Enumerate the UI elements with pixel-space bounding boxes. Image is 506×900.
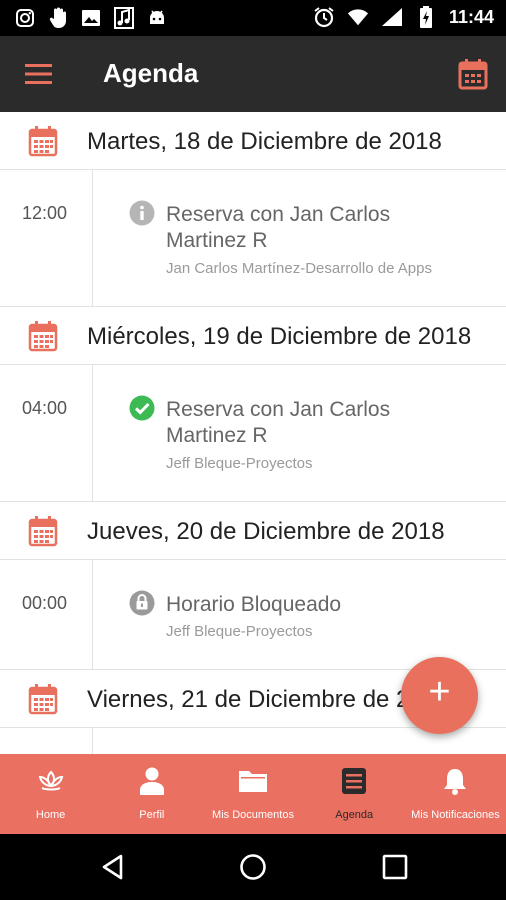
day-date: Miércoles, 19 de Diciembre de 2018 (87, 323, 472, 350)
lotus-icon (36, 766, 66, 796)
instagram-icon (14, 7, 36, 29)
add-event-button[interactable]: + (401, 657, 478, 734)
signal-icon (381, 6, 403, 28)
home-icon[interactable] (238, 852, 268, 882)
nav-item-home[interactable]: Home (0, 754, 101, 834)
calendar-icon (28, 320, 58, 352)
event-title: Reserva con Jan Carlos Martinez R (166, 203, 391, 252)
day-header: Miércoles, 19 de Diciembre de 2018 (0, 307, 506, 365)
plus-icon: + (428, 671, 451, 713)
info-icon (129, 200, 155, 226)
alarm-icon (313, 6, 335, 28)
lock-icon (129, 590, 155, 616)
folder-icon (238, 766, 268, 796)
timeline-divider (92, 728, 93, 754)
calendar-icon (28, 125, 58, 157)
nav-item-mis-notificaciones[interactable]: Mis Notificaciones (405, 754, 506, 834)
image-icon (80, 7, 102, 29)
calendar-icon (28, 515, 58, 547)
user-icon (137, 766, 167, 796)
event-subtitle: Jeff Bleque-Proyectos (166, 623, 313, 640)
nav-label: Mis Documentos (212, 809, 294, 821)
day-header: Jueves, 20 de Diciembre de 2018 (0, 502, 506, 560)
system-navigation-bar (0, 834, 506, 900)
event-item[interactable]: 04:00 Reserva con Jan Carlos Martinez R … (0, 365, 506, 502)
status-bar: 11:44 (0, 0, 506, 36)
android-icon (146, 7, 168, 29)
music-icon (113, 7, 135, 29)
timeline-divider (92, 365, 93, 501)
page-title: Agenda (103, 58, 199, 88)
nav-item-mis-documentos[interactable]: Mis Documentos (202, 754, 303, 834)
nav-label: Home (35, 809, 66, 821)
calendar-icon[interactable] (458, 58, 488, 90)
wifi-icon (347, 6, 369, 28)
clock: 11:44 (448, 6, 494, 27)
bell-icon (440, 766, 470, 796)
back-icon[interactable] (98, 852, 128, 882)
event-subtitle: Jeff Bleque-Proyectos (166, 455, 313, 472)
day-date: Jueves, 20 de Diciembre de 2018 (87, 518, 445, 545)
nav-label: Perfil (139, 809, 165, 821)
hamburger-menu-icon[interactable] (24, 61, 54, 87)
event-item[interactable]: 12:00 Reserva con Jan Carlos Martinez R … (0, 170, 506, 307)
notification-icons (14, 7, 168, 29)
event-item[interactable]: 00:00 Horario Bloqueado Jeff Bleque-Proy… (0, 560, 506, 670)
day-date: Martes, 18 de Diciembre de 2018 (87, 128, 442, 155)
nav-item-agenda[interactable]: Agenda (304, 754, 405, 834)
event-time: 12:00 (22, 203, 68, 223)
event-time: 00:00 (22, 593, 68, 613)
battery-charging-icon (415, 6, 437, 28)
bottom-navigation: Home Perfil Mis Documentos Agenda Mis No… (0, 754, 506, 834)
day-date: Viernes, 21 de Diciembre de 2018 (87, 686, 450, 713)
hand-icon (47, 7, 69, 29)
timeline-divider (92, 560, 93, 669)
calendar-icon (28, 683, 58, 715)
timeline-divider (92, 170, 93, 306)
event-subtitle: Jan Carlos Martínez-Desarrollo de Apps (166, 260, 432, 277)
agenda-list-icon (339, 766, 369, 796)
nav-label: Mis Notificaciones (411, 809, 500, 821)
recents-icon[interactable] (380, 852, 410, 882)
nav-label: Agenda (335, 809, 374, 821)
app-bar: Agenda (0, 36, 506, 112)
event-title: Reserva con Jan Carlos Martinez R (166, 398, 391, 447)
system-status-icons: 11:44 (313, 6, 494, 28)
check-circle-icon (129, 395, 155, 421)
day-header: Martes, 18 de Diciembre de 2018 (0, 112, 506, 170)
nav-item-perfil[interactable]: Perfil (101, 754, 202, 834)
event-title: Horario Bloqueado (166, 593, 342, 616)
event-time: 04:00 (22, 398, 68, 418)
